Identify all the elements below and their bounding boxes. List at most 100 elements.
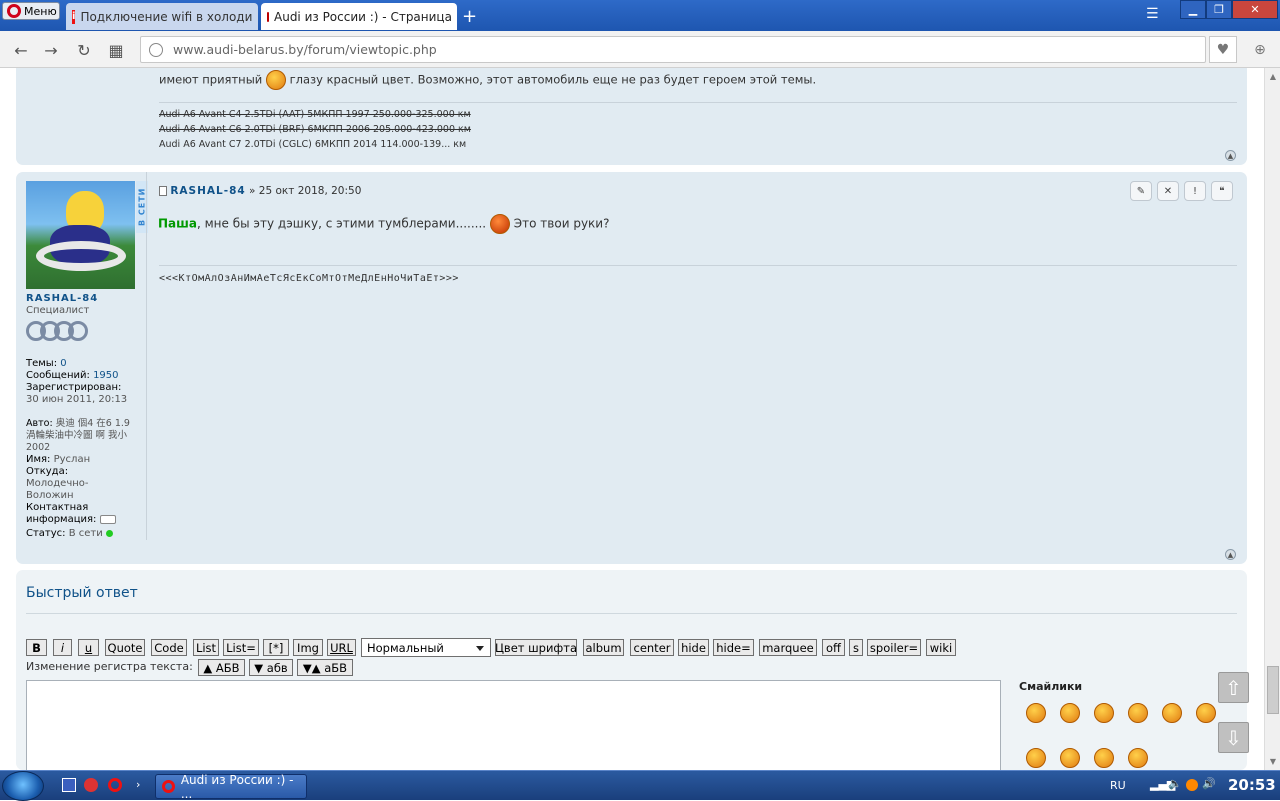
center-button[interactable]: center (630, 639, 674, 656)
hide-eq-button[interactable]: hide= (713, 639, 754, 656)
post-icon (159, 186, 167, 196)
windows-taskbar: › Audi из России :) - ... RU ▂▄▆ 🔈 🔊 20:… (0, 770, 1280, 800)
plant-smiley-icon[interactable] (1094, 748, 1114, 768)
img-button[interactable]: Img (293, 639, 323, 656)
opera-menu-button[interactable]: Меню (2, 2, 60, 20)
lowercase-button[interactable]: ▼ абв (249, 659, 293, 676)
menu-label: Меню (24, 5, 57, 18)
smile-smiley-icon[interactable] (1094, 703, 1114, 723)
tab-wifi[interactable]: i Подключение wifi в холоди ✕ (66, 3, 258, 30)
language-indicator[interactable]: RU (1110, 779, 1126, 792)
volume-icon[interactable]: 🔈 (1168, 777, 1182, 790)
quicklaunch-opera-icon[interactable] (108, 778, 122, 792)
tab-audi-active[interactable]: Audi из России :) - Страница ✕ (261, 3, 457, 30)
post-body: Паша, мне бы эту дэшку, с этими тумблера… (158, 214, 609, 234)
laugh-smiley-icon[interactable] (1026, 703, 1046, 723)
avatar[interactable] (26, 181, 135, 289)
spoiler-button[interactable]: spoiler= (867, 639, 921, 656)
togglecase-button[interactable]: ▼▲ аБВ (297, 659, 353, 676)
dizzy-smiley-icon[interactable] (1162, 703, 1182, 723)
signature-divider (159, 102, 1237, 103)
profile-rank: Специалист (26, 305, 136, 317)
tray-app-icon[interactable] (1186, 779, 1198, 791)
tab-menu-icon[interactable]: ☰ (1146, 6, 1159, 22)
back-to-top-icon[interactable]: ▲ (1225, 150, 1236, 161)
page-scrollbar[interactable]: ▲ ▼ (1264, 68, 1280, 770)
signature-line-2: Audi A6 Avant C6 2.0TDi (BRF) 6МКПП 2006… (159, 124, 471, 135)
contact-icon[interactable] (100, 515, 116, 524)
meh-smiley-icon[interactable] (1060, 703, 1080, 723)
report-icon[interactable]: ! (1184, 181, 1206, 201)
opera-logo-icon (7, 4, 21, 18)
url-button[interactable]: URL (327, 639, 356, 656)
tab-title: Подключение wifi в холоди (80, 10, 252, 24)
quick-reply-panel: Быстрый ответ B i u Quote Code List List… (16, 570, 1247, 770)
profile-auto: Авто: 奥迪 個4 在6 1.9 渦輪柴油中冷圖 啊 我小 2002 (26, 418, 136, 454)
scroll-down-arrow-icon[interactable]: ⇩ (1218, 722, 1249, 753)
uppercase-button[interactable]: ▲ АБВ (198, 659, 245, 676)
profile-status: Статус: В сети (26, 528, 136, 540)
back-to-top-icon[interactable]: ▲ (1225, 549, 1236, 560)
plus-one-smiley-icon[interactable] (1026, 748, 1046, 768)
album-button[interactable]: album (583, 639, 624, 656)
list-item-button[interactable]: [*] (263, 639, 289, 656)
avatar-tube (36, 241, 126, 271)
signature-divider (159, 265, 1237, 266)
windows-start-button[interactable] (2, 771, 44, 801)
post-author-link[interactable]: RASHAL-84 (170, 185, 245, 197)
address-toolbar: ← → ↻ ▦ www.audi-belarus.by/forum/viewto… (0, 31, 1280, 68)
quicklaunch-more-icon[interactable]: › (136, 778, 140, 791)
hide-button[interactable]: hide (678, 639, 709, 656)
scroll-up-arrow-icon[interactable]: ⇧ (1218, 672, 1249, 703)
previous-post: имеют приятный глазу красный цвет. Возмо… (16, 68, 1247, 165)
wink-smiley-icon[interactable] (1196, 703, 1216, 723)
reload-icon[interactable]: ↻ (73, 39, 95, 61)
wiki-button[interactable]: wiki (926, 639, 956, 656)
close-window-button[interactable]: ✕ (1232, 0, 1278, 19)
group-smiley-icon[interactable] (1060, 748, 1080, 768)
profile-username[interactable]: RASHAL-84 (26, 293, 136, 305)
underline-button[interactable]: u (78, 639, 99, 656)
scrollbar-down-icon[interactable]: ▼ (1268, 756, 1278, 766)
tab-close-icon[interactable]: ✕ (257, 9, 258, 25)
bold-button[interactable]: B (26, 639, 47, 656)
strike-button[interactable]: s (849, 639, 863, 656)
message-textarea[interactable] (26, 680, 1001, 770)
font-color-button[interactable]: Цвет шрифта (495, 639, 577, 656)
tray-speaker-icon[interactable]: 🔊 (1202, 777, 1216, 790)
edit-pencil-icon[interactable]: ✎ (1130, 181, 1152, 201)
minimize-button[interactable]: ▁ (1180, 0, 1206, 19)
quick-reply-title: Быстрый ответ (26, 585, 138, 601)
new-tab-button[interactable]: + (462, 6, 477, 27)
download-icon[interactable]: ⊕ (1246, 36, 1274, 63)
drink-smiley-icon[interactable] (1128, 748, 1148, 768)
profile-registered-value: 30 июн 2011, 20:13 (26, 394, 136, 406)
profile-posts: Сообщений: 1950 (26, 370, 136, 382)
audi-rings-icon (26, 318, 96, 344)
back-arrow-icon[interactable]: ← (10, 39, 32, 61)
site-info-icon[interactable] (149, 43, 163, 57)
off-button[interactable]: off (822, 639, 845, 656)
quicklaunch-app-icon[interactable] (84, 778, 98, 792)
list-button[interactable]: List (193, 639, 219, 656)
scrollbar-thumb[interactable] (1267, 666, 1279, 714)
bookmark-heart-icon[interactable]: ♥ (1209, 36, 1237, 63)
maximize-button[interactable]: ❐ (1206, 0, 1232, 19)
url-input[interactable]: www.audi-belarus.by/forum/viewtopic.php (140, 36, 1206, 63)
quote-icon[interactable]: ❝ (1211, 181, 1233, 201)
quote-button[interactable]: Quote (105, 639, 145, 656)
scrollbar-up-icon[interactable]: ▲ (1268, 71, 1278, 81)
grin-smiley-icon[interactable] (1128, 703, 1148, 723)
code-button[interactable]: Code (151, 639, 187, 656)
marquee-button[interactable]: marquee (759, 639, 817, 656)
italic-button[interactable]: i (53, 639, 72, 656)
taskbar-opera-window[interactable]: Audi из России :) - ... (155, 774, 307, 799)
delete-x-icon[interactable]: ✕ (1157, 181, 1179, 201)
quicklaunch-save-icon[interactable] (62, 778, 76, 792)
smilies-row-1 (1026, 703, 1216, 723)
font-size-select[interactable]: Нормальный (361, 638, 491, 657)
list-ordered-button[interactable]: List= (223, 639, 259, 656)
forward-arrow-icon[interactable]: → (40, 39, 62, 61)
prev-post-text: имеют приятный глазу красный цвет. Возмо… (159, 70, 816, 90)
speed-dial-grid-icon[interactable]: ▦ (105, 39, 127, 61)
